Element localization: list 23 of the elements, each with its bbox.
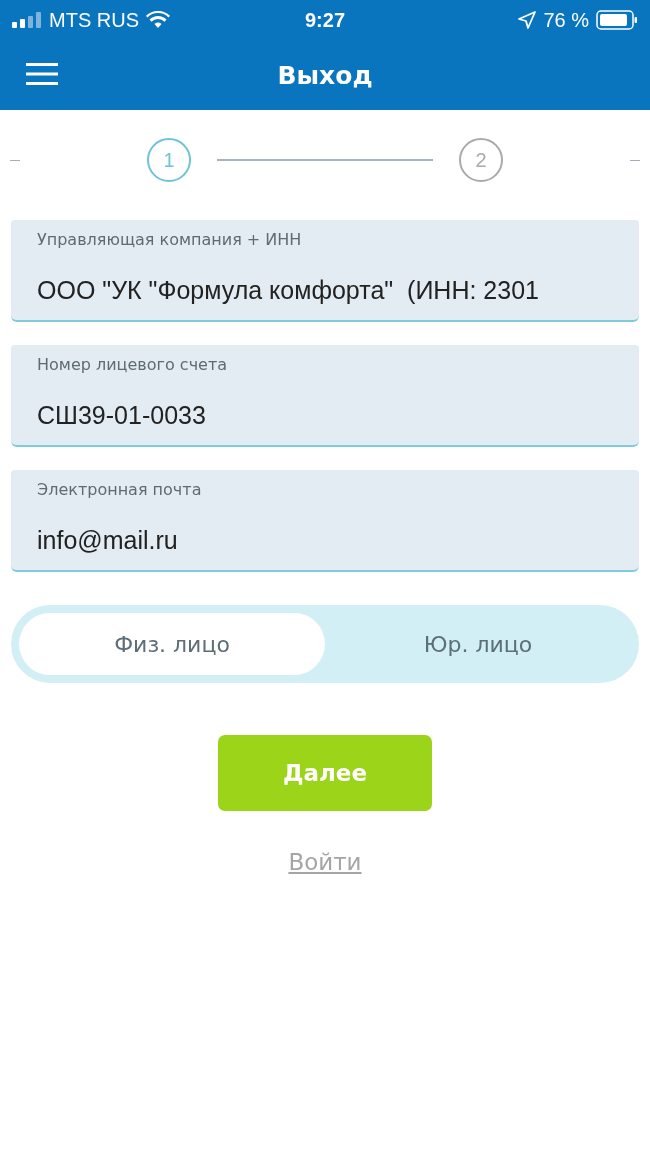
menu-icon — [26, 62, 58, 86]
step-indicator: 1 — [147, 138, 191, 182]
carrier-name: MTS RUS — [49, 8, 139, 32]
field-label: Управляющая компания + ИНН — [37, 230, 303, 251]
step-indicator: 2 — [459, 138, 503, 182]
text-field[interactable]: Номер лицевого счета СШ39-01-0033 — [11, 345, 639, 447]
input-field[interactable]: СШ39-01-0033 — [37, 385, 613, 445]
screen-title: Выход — [277, 60, 373, 90]
wifi-icon — [146, 11, 170, 29]
segment-tab[interactable]: Юр. лицо — [325, 613, 631, 675]
battery-icon — [596, 10, 638, 30]
menu-button[interactable] — [24, 60, 60, 88]
input-field[interactable]: ООО "УК "Формула комфорта" (ИНН: 2301 — [37, 260, 613, 320]
battery-percent: 76 % — [543, 8, 589, 32]
input-field[interactable]: info@mail.ru — [37, 510, 613, 570]
segment-tab[interactable]: Физ. лицо — [19, 613, 325, 675]
text-field[interactable]: Электронная почта info@mail.ru — [11, 470, 639, 572]
signal-icon — [12, 12, 42, 28]
location-arrow-icon — [518, 11, 537, 29]
clock-time: 9:27 — [305, 8, 345, 32]
text-field[interactable]: Управляющая компания + ИНН ООО "УК "Формула комфорта" (ИНН: 2301 — [11, 220, 639, 322]
field-label: Электронная почта — [37, 480, 203, 501]
field-label: Номер лицевого счета — [37, 355, 229, 376]
